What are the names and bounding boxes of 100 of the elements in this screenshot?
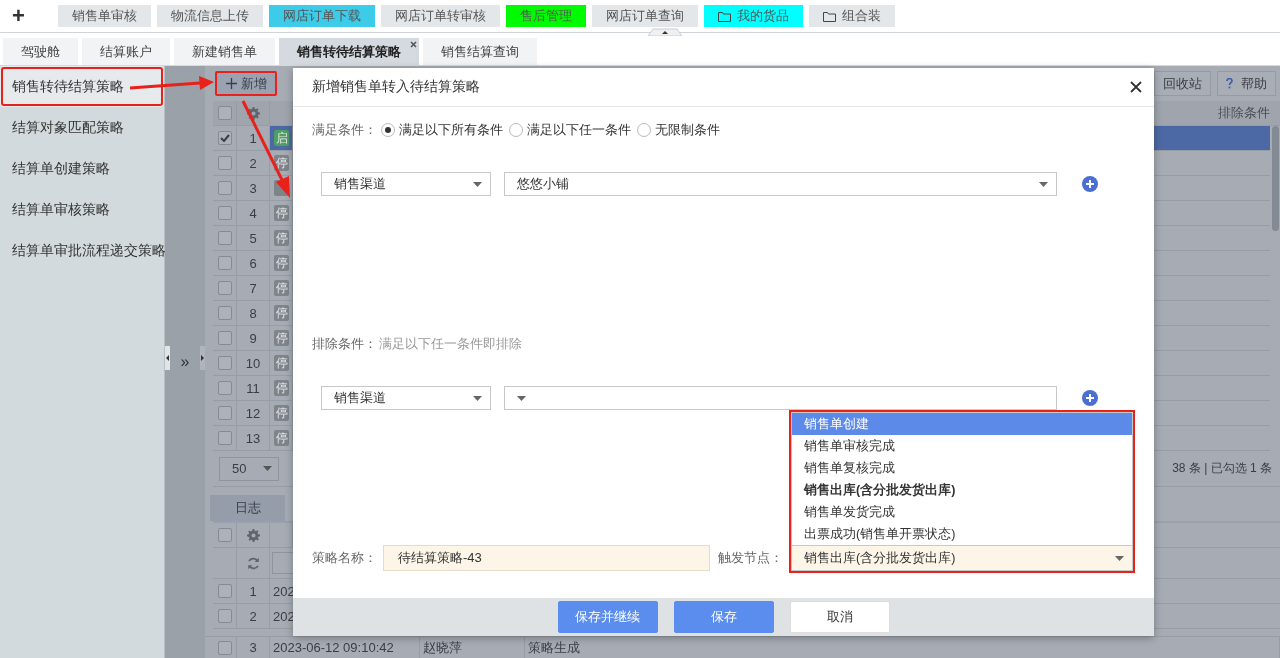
radio-option[interactable]: 满足以下任一条件 xyxy=(509,121,631,139)
row-number: 6 xyxy=(237,251,270,275)
status-badge: 停 xyxy=(274,255,289,271)
shortcut-button[interactable]: 物流信息上传 xyxy=(157,5,263,27)
row-number: 3 xyxy=(237,637,270,658)
scrollbar-thumb[interactable] xyxy=(1271,126,1279,231)
checkbox[interactable] xyxy=(217,431,232,445)
page-size-select[interactable]: 50 xyxy=(219,456,279,481)
status-badge: 停 xyxy=(274,305,289,321)
expand-handle-icon[interactable] xyxy=(199,346,205,370)
shortcut-button[interactable]: 销售单审核 xyxy=(58,5,151,27)
table-row[interactable] xyxy=(1154,126,1270,151)
caret-icon xyxy=(517,395,526,401)
add-condition-icon[interactable] xyxy=(1082,390,1098,406)
checkbox[interactable] xyxy=(217,256,232,270)
checkbox[interactable] xyxy=(217,106,232,120)
dialog-button[interactable]: 取消 xyxy=(789,601,890,633)
table-cell: 策略生成 xyxy=(525,637,1280,658)
field-select[interactable]: 销售渠道 xyxy=(321,386,491,410)
caret-icon xyxy=(473,181,482,187)
add-tab-button[interactable]: + xyxy=(10,3,52,29)
checkbox[interactable] xyxy=(217,584,232,598)
checkbox[interactable] xyxy=(217,206,232,220)
sidebar-item[interactable]: 结算对象匹配策略 xyxy=(0,107,164,148)
tab[interactable]: 销售结算查询 xyxy=(423,38,537,65)
row-number: 10 xyxy=(237,351,270,375)
status-badge: 停 xyxy=(274,280,289,296)
table-cell: 2023-06-12 09:10:42 xyxy=(270,637,420,658)
caret-icon xyxy=(263,466,272,471)
field-label: 触发节点： xyxy=(718,550,783,567)
collapse-handle-icon[interactable] xyxy=(648,28,682,36)
checkbox[interactable] xyxy=(217,131,232,145)
row-number: 4 xyxy=(237,201,270,225)
checkbox[interactable] xyxy=(217,156,232,170)
caret-icon xyxy=(1039,181,1048,187)
checkbox[interactable] xyxy=(217,381,232,395)
shortcut-button[interactable]: 网店订单查询 xyxy=(592,5,698,27)
tab[interactable]: 结算账户 xyxy=(82,38,170,65)
row-number: 7 xyxy=(237,276,270,300)
row-number: 11 xyxy=(237,376,270,400)
close-icon[interactable] xyxy=(410,41,417,48)
record-summary: 38 条 | 已勾选 1 条 xyxy=(1172,460,1273,477)
column-header: 排除条件 xyxy=(1217,104,1271,122)
row-number: 5 xyxy=(237,226,270,250)
sidebar-item[interactable]: 销售转待结算策略 xyxy=(0,66,164,107)
status-badge: 停 xyxy=(274,330,289,346)
checkbox[interactable] xyxy=(217,306,232,320)
radio-option[interactable]: 无限制条件 xyxy=(637,121,720,139)
dialog-title: 新增销售单转入待结算策略 xyxy=(312,78,480,96)
radio-option[interactable]: 满足以下所有条件 xyxy=(381,121,503,139)
settings-icon[interactable] xyxy=(246,106,260,120)
shortcut-button[interactable]: 网店订单转审核 xyxy=(381,5,500,27)
checkbox[interactable] xyxy=(217,406,232,420)
close-icon[interactable] xyxy=(1130,81,1142,93)
shortcut-button[interactable]: 我的货品 xyxy=(704,5,803,27)
row-number: 2 xyxy=(237,604,270,628)
status-badge: 停 xyxy=(274,230,289,246)
caret-icon xyxy=(473,395,482,401)
log-tab[interactable]: 日志 xyxy=(210,495,285,521)
name-field[interactable]: 待结算策略-43 xyxy=(383,545,710,571)
row-number: 1 xyxy=(237,579,270,603)
recycle-bin-button[interactable]: 回收站 xyxy=(1154,71,1211,96)
trigger-select[interactable]: 销售出库(含分批发货出库) xyxy=(791,545,1133,571)
status-badge: 停 xyxy=(274,430,289,446)
field-label: 排除条件： xyxy=(312,335,377,353)
sidebar-item[interactable]: 结算单审核策略 xyxy=(0,189,164,230)
status-badge: 停 xyxy=(274,355,289,371)
tab[interactable]: 销售转待结算策略 xyxy=(279,38,419,65)
settings-icon[interactable] xyxy=(246,528,260,542)
checkbox[interactable] xyxy=(217,331,232,345)
status-badge: 停 xyxy=(274,405,289,421)
checkbox[interactable] xyxy=(217,231,232,245)
checkbox[interactable] xyxy=(217,356,232,370)
collapse-handle-icon[interactable] xyxy=(165,346,171,370)
add-button[interactable]: 新增 xyxy=(215,71,277,96)
folder-icon xyxy=(718,10,731,22)
row-number: 2 xyxy=(237,151,270,175)
tab[interactable]: 新建销售单 xyxy=(174,38,275,65)
field-select[interactable]: 销售渠道 xyxy=(321,172,491,196)
checkbox[interactable] xyxy=(217,609,232,623)
help-button[interactable]: 帮助 xyxy=(1217,71,1276,96)
shortcut-button[interactable]: 售后管理 xyxy=(506,5,586,27)
checkbox[interactable] xyxy=(217,281,232,295)
checkbox[interactable] xyxy=(217,181,232,195)
checkbox[interactable] xyxy=(217,528,232,542)
sidebar-item[interactable]: 结算单创建策略 xyxy=(0,148,164,189)
value-select[interactable] xyxy=(504,386,1057,410)
sidebar-item[interactable]: 结算单审批流程递交策略 xyxy=(0,230,164,271)
folder-icon xyxy=(823,10,836,22)
field-label: 满足条件： xyxy=(312,121,377,139)
tab[interactable]: 驾驶舱 xyxy=(3,38,78,65)
value-select[interactable]: 悠悠小铺 xyxy=(504,172,1057,196)
shortcut-button[interactable]: 组合装 xyxy=(809,5,895,27)
shortcut-button[interactable]: 网店订单下载 xyxy=(269,5,375,27)
refresh-icon[interactable] xyxy=(246,556,260,570)
help-icon xyxy=(1226,78,1233,89)
row-number: 12 xyxy=(237,401,270,425)
expand-toggle[interactable]: » xyxy=(180,353,190,371)
checkbox[interactable] xyxy=(217,640,232,655)
add-condition-icon[interactable] xyxy=(1082,176,1098,192)
